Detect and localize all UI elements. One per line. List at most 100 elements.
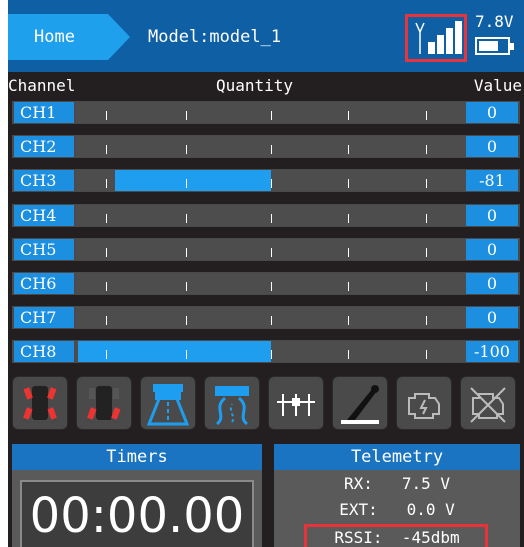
timers-panel: Timers 00:00.00 bbox=[12, 444, 262, 547]
bar-tick bbox=[186, 179, 187, 189]
channel-row[interactable]: CH7 0 bbox=[12, 306, 520, 330]
channel-bar bbox=[76, 273, 466, 294]
voltage-readout: 7.8V bbox=[475, 12, 514, 31]
bar-tick bbox=[186, 247, 187, 257]
channel-value: 0 bbox=[466, 273, 518, 294]
engine-icon[interactable] bbox=[396, 376, 452, 430]
channel-value: 0 bbox=[466, 238, 518, 260]
channel-value: -81 bbox=[466, 170, 518, 192]
channel-value: 0 bbox=[466, 307, 518, 329]
mixer-sliders-icon[interactable] bbox=[268, 376, 324, 430]
bar-tick bbox=[348, 350, 349, 360]
channel-row[interactable]: CH3 -81 bbox=[12, 169, 520, 193]
bar-tick bbox=[186, 316, 187, 326]
column-header: Channel Quantity Value bbox=[8, 76, 524, 96]
screen: Home Model:model_1 7.8V Channel Quantity… bbox=[8, 0, 524, 547]
curvy-road-icon[interactable] bbox=[204, 376, 260, 430]
bar-tick bbox=[271, 282, 272, 291]
quantity-column-label: Quantity bbox=[216, 76, 294, 95]
bar-tick bbox=[106, 247, 107, 257]
telemetry-panel: Telemetry RX: 7.5 V EXT: 0.0 V RSSI: -45… bbox=[274, 444, 520, 547]
road-icon[interactable] bbox=[140, 376, 196, 430]
bar-tick bbox=[426, 213, 427, 223]
bar-tick bbox=[186, 213, 187, 223]
signal-indicator bbox=[405, 14, 467, 62]
bar-tick bbox=[348, 316, 349, 326]
telemetry-ext: EXT: 0.0 V bbox=[339, 500, 455, 519]
throttle-lever-icon[interactable] bbox=[332, 376, 388, 430]
bar-tick bbox=[348, 213, 349, 223]
bar-tick bbox=[426, 282, 427, 291]
telemetry-title: Telemetry bbox=[274, 444, 520, 470]
channel-value: 0 bbox=[466, 136, 518, 158]
channel-bar bbox=[76, 136, 466, 158]
bar-tick bbox=[106, 111, 107, 120]
timer-value: 00:00.00 bbox=[29, 488, 245, 544]
mode-icon-row bbox=[8, 376, 524, 432]
channel-row[interactable]: CH1 0 bbox=[12, 101, 520, 124]
bar-tick bbox=[271, 316, 272, 326]
bar-tick bbox=[106, 282, 107, 291]
header-bar: Home Model:model_1 7.8V bbox=[8, 0, 524, 72]
home-label: Home bbox=[34, 27, 75, 47]
bar-tick bbox=[106, 213, 107, 223]
channel-row[interactable]: CH5 0 bbox=[12, 237, 520, 261]
channel-bar bbox=[76, 102, 466, 123]
bar-tick bbox=[186, 145, 187, 155]
bar-tick bbox=[348, 247, 349, 257]
channel-label: CH4 bbox=[14, 204, 74, 226]
bar-tick bbox=[106, 316, 107, 326]
bar-tick bbox=[106, 179, 107, 189]
channel-row[interactable]: CH8 -100 bbox=[12, 340, 520, 364]
bar-tick bbox=[271, 111, 272, 120]
bar-tick bbox=[426, 350, 427, 360]
home-button[interactable]: Home bbox=[8, 14, 130, 60]
channel-label: CH2 bbox=[14, 136, 74, 158]
channel-label: CH5 bbox=[14, 238, 74, 260]
crab-steer-icon[interactable] bbox=[76, 376, 132, 430]
channel-bar bbox=[76, 204, 466, 226]
telemetry-rx: RX: 7.5 V bbox=[344, 474, 450, 493]
value-column-label: Value bbox=[473, 76, 522, 95]
bar-tick bbox=[426, 179, 427, 189]
channel-label: CH6 bbox=[14, 273, 74, 294]
telemetry-rssi: RSSI: -45dbm bbox=[334, 528, 460, 547]
bar-tick bbox=[271, 247, 272, 257]
bar-tick bbox=[186, 111, 187, 120]
model-name: Model:model_1 bbox=[148, 27, 282, 47]
bar-tick bbox=[271, 350, 272, 360]
channel-row[interactable]: CH4 0 bbox=[12, 203, 520, 227]
channel-bar bbox=[76, 341, 466, 363]
bar-tick bbox=[426, 247, 427, 257]
bar-tick bbox=[186, 350, 187, 360]
timers-title: Timers bbox=[12, 444, 262, 470]
bar-tick bbox=[271, 213, 272, 223]
bar-tick bbox=[348, 145, 349, 155]
channel-bar bbox=[76, 170, 466, 192]
channel-label: CH8 bbox=[14, 341, 74, 363]
channel-row[interactable]: CH2 0 bbox=[12, 135, 520, 159]
bar-tick bbox=[348, 111, 349, 120]
channel-value: 0 bbox=[466, 102, 518, 123]
bar-tick bbox=[271, 179, 272, 189]
channel-column-label: Channel bbox=[8, 76, 76, 95]
timer-display[interactable]: 00:00.00 bbox=[20, 480, 254, 547]
bar-tick bbox=[348, 282, 349, 291]
channel-bar bbox=[76, 307, 466, 329]
channel-label: CH1 bbox=[14, 102, 74, 123]
bar-tick bbox=[426, 145, 427, 155]
engine-off-icon[interactable] bbox=[460, 376, 516, 430]
channel-label: CH7 bbox=[14, 307, 74, 329]
bar-tick bbox=[348, 179, 349, 189]
four-wheel-steer-icon[interactable] bbox=[12, 376, 68, 430]
bar-tick bbox=[271, 145, 272, 155]
bar-tick bbox=[106, 145, 107, 155]
bar-tick bbox=[426, 111, 427, 120]
channel-row[interactable]: CH6 0 bbox=[12, 272, 520, 295]
bar-tick bbox=[186, 282, 187, 291]
bar-tick bbox=[426, 316, 427, 326]
channel-value: -100 bbox=[466, 341, 518, 363]
channel-value: 0 bbox=[466, 204, 518, 226]
battery-icon bbox=[475, 37, 514, 55]
channel-label: CH3 bbox=[14, 170, 74, 192]
